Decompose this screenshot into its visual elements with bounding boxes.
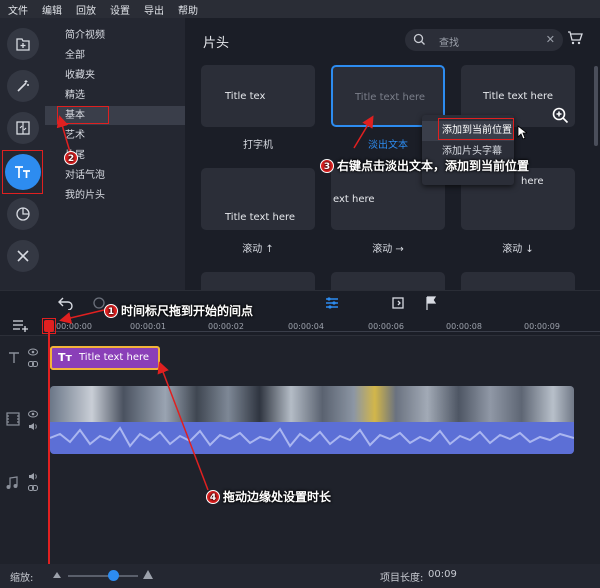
annotation-text: 拖动边缘处设置时长: [223, 490, 332, 504]
annotation-text: 时间标尺拖到开始的间点: [121, 304, 254, 318]
annotation-number: 1: [104, 303, 118, 318]
annotation-1: 1 时间标尺拖到开始的间点: [104, 302, 253, 319]
annotation-number: 3: [320, 158, 334, 173]
annotation-number: 2: [64, 151, 78, 165]
annotation-3: 3 右键点击淡出文本，添加到当前位置: [320, 157, 529, 174]
annotation-text: 右键点击淡出文本，添加到当前位置: [337, 159, 530, 173]
annotation-4: 4 拖动边缘处设置时长: [206, 488, 331, 505]
annotation-2: 2: [64, 151, 78, 165]
annotation-number: 4: [206, 489, 220, 504]
